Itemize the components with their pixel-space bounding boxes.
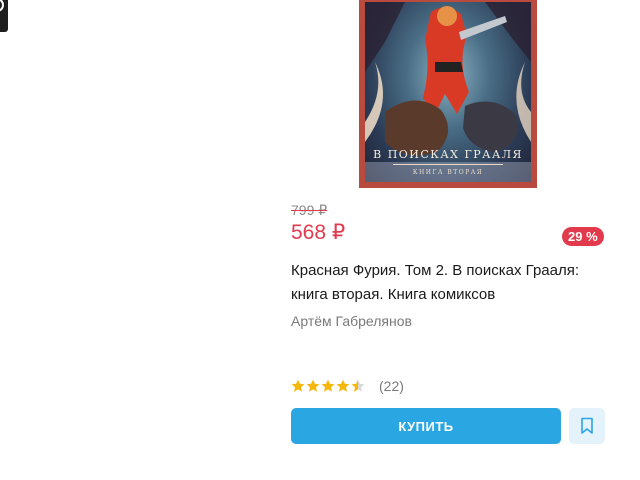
rating-star [291, 379, 305, 393]
product-title[interactable]: Красная Фурия. Том 2. В поисках Грааля: … [291, 259, 611, 307]
star-icon [351, 379, 365, 392]
rating-star [351, 379, 365, 393]
star-icon [321, 379, 335, 392]
reviews-count[interactable]: (22) [379, 378, 404, 394]
star-icon [291, 379, 305, 392]
rating-stars [291, 379, 365, 393]
bookmark-button[interactable] [569, 408, 605, 444]
old-price: 799 ₽ [291, 202, 328, 218]
corner-badge[interactable] [0, 0, 8, 32]
rating[interactable]: (22) [291, 377, 404, 395]
ring-icon [0, 0, 4, 12]
book-cover[interactable]: В ПОИСКАХ ГРААЛЯ КНИГА ВТОРАЯ [359, 0, 537, 188]
discount-badge: 29 % [562, 227, 604, 246]
rating-star [306, 379, 320, 393]
buy-button[interactable]: КУПИТЬ [291, 408, 561, 444]
rating-star [321, 379, 335, 393]
cover-illustration: В ПОИСКАХ ГРААЛЯ КНИГА ВТОРАЯ [365, 2, 531, 182]
current-price: 568 ₽ [291, 221, 346, 244]
rating-star [336, 379, 350, 393]
bookmark-icon [581, 417, 593, 434]
star-icon [336, 379, 350, 392]
star-icon [306, 379, 320, 392]
cover-subtitle: КНИГА ВТОРАЯ [412, 169, 484, 176]
cover-divider [393, 164, 503, 165]
cover-title: В ПОИСКАХ ГРААЛЯ [373, 148, 523, 161]
author-link[interactable]: Артём Габрелянов [291, 313, 412, 329]
